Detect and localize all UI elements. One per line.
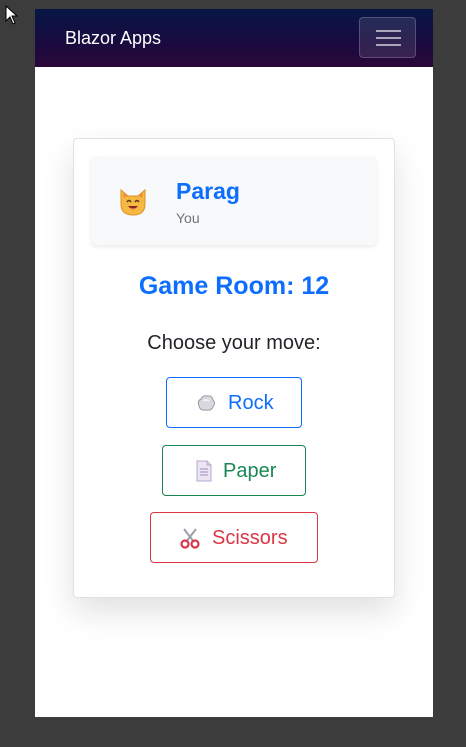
page-icon xyxy=(196,460,212,482)
game-room-title: Game Room: 12 xyxy=(138,272,330,300)
top-navbar: Blazor Apps xyxy=(35,9,433,67)
scissors-label: Scissors xyxy=(212,527,288,549)
paper-button[interactable]: Paper xyxy=(162,445,306,496)
mouse-cursor-icon xyxy=(5,5,19,25)
paper-label: Paper xyxy=(223,460,277,482)
player-subtitle: You xyxy=(176,210,200,226)
cat-face-icon xyxy=(120,188,146,216)
navbar-brand[interactable]: Blazor Apps xyxy=(65,9,161,67)
scissors-icon xyxy=(180,528,200,549)
navbar-toggle-button[interactable] xyxy=(359,17,416,58)
scissors-button[interactable]: Scissors xyxy=(150,512,318,563)
hamburger-menu-icon xyxy=(376,37,401,39)
player-name: Parag xyxy=(176,178,240,204)
rock-button[interactable]: Rock xyxy=(166,377,302,428)
choose-move-prompt: Choose your move: xyxy=(147,332,321,354)
player-panel: Parag You xyxy=(91,156,377,245)
hamburger-menu-icon xyxy=(376,44,401,46)
rock-label: Rock xyxy=(228,392,274,414)
app-viewport: Blazor Apps Parag You Game Room: 12 Choo… xyxy=(35,9,433,717)
rock-icon xyxy=(197,395,215,411)
game-card: Parag You Game Room: 12 Choose your move… xyxy=(73,138,395,598)
hamburger-menu-icon xyxy=(376,30,401,32)
